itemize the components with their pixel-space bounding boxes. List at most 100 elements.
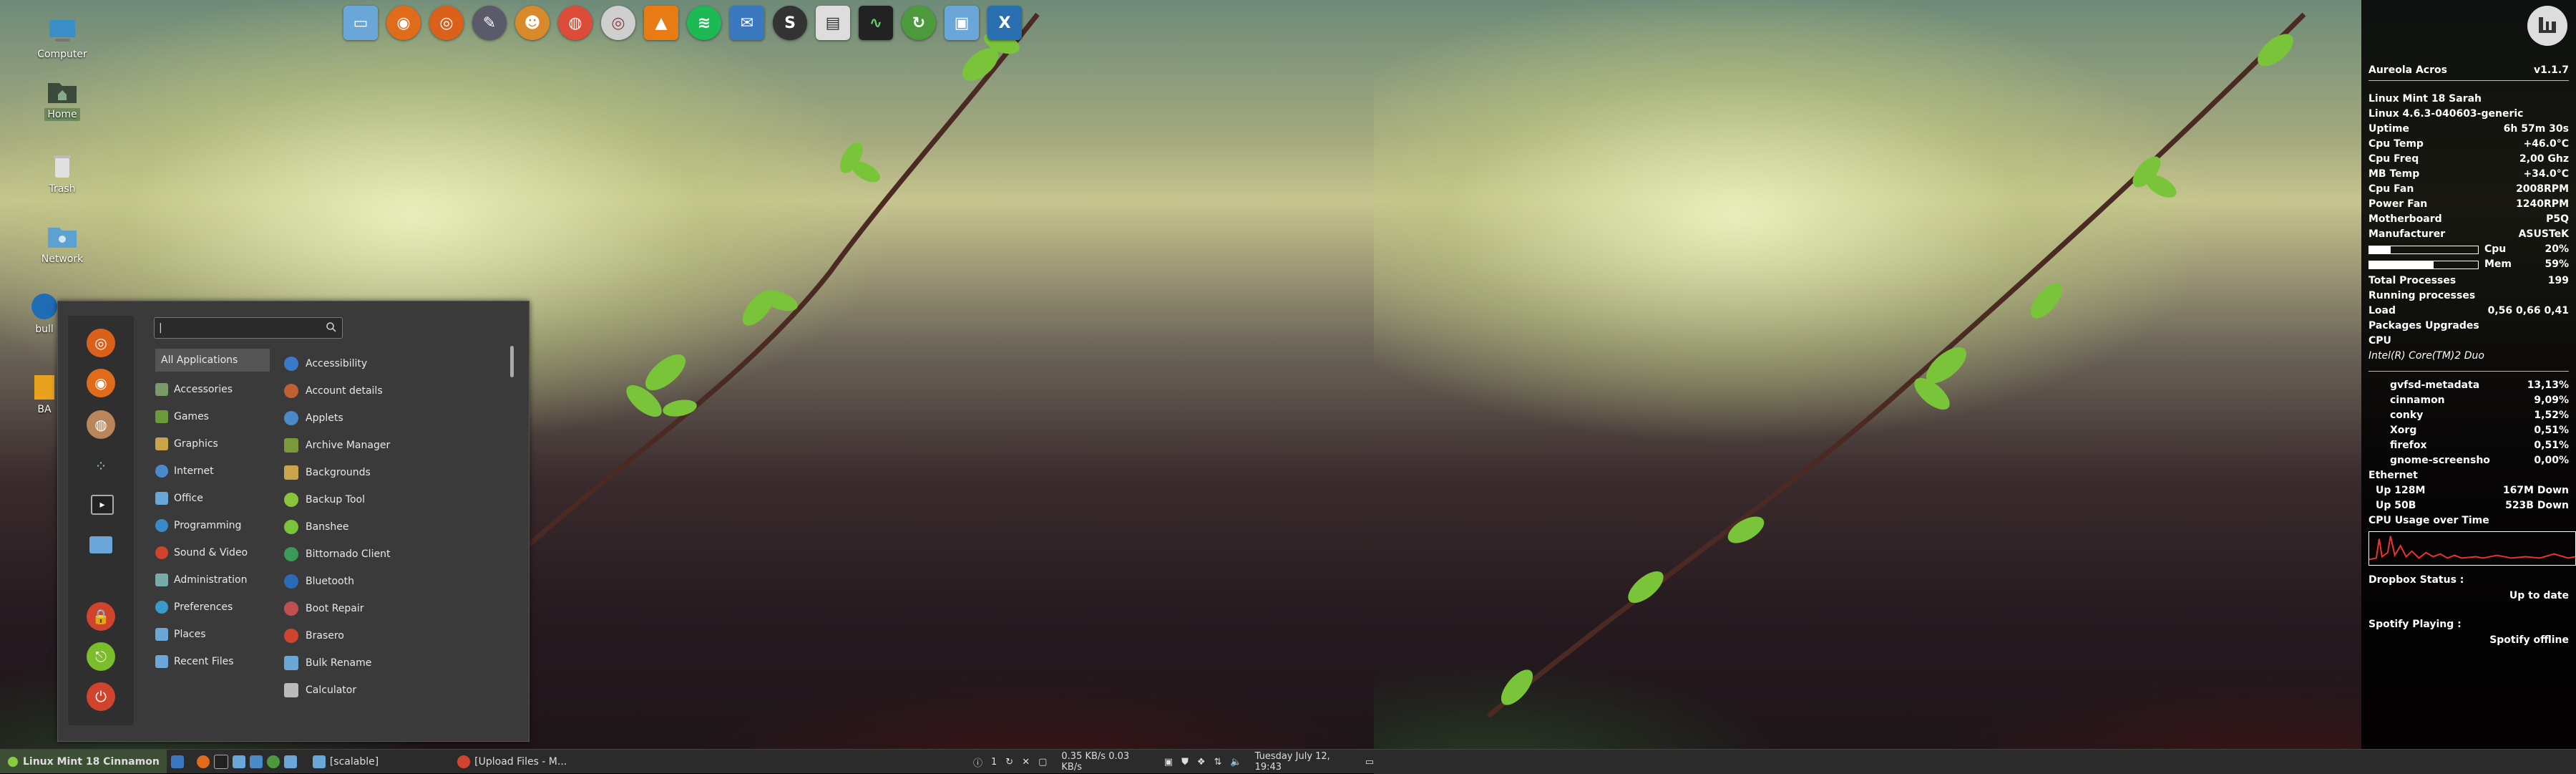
category-item[interactable]: Programming [155, 512, 270, 539]
network-icon [48, 228, 77, 248]
folder-icon[interactable] [249, 755, 263, 768]
spotify-icon[interactable]: ≋ [687, 6, 721, 40]
taskbar-item[interactable]: [scalable] [312, 755, 379, 768]
disk-icon[interactable]: ◎ [601, 6, 635, 40]
category-item[interactable]: Internet [155, 458, 270, 485]
category-label: Accessories [174, 384, 233, 395]
category-item[interactable]: Places [155, 621, 270, 648]
desktop-icon-home[interactable]: Home [23, 77, 102, 121]
chrome-icon[interactable]: ◍ [558, 6, 592, 40]
logout-icon[interactable]: ⎋ [87, 642, 115, 671]
files-icon[interactable]: ▭ [343, 6, 378, 40]
menu-button[interactable]: Linux Mint 18 Cinnamon [0, 750, 167, 773]
menu-scrollbar[interactable] [510, 346, 514, 377]
x-icon[interactable]: X [987, 6, 1022, 40]
backgrounds-icon [284, 465, 298, 480]
category-item[interactable]: Recent Files [155, 648, 270, 675]
menu-search-input[interactable] [154, 317, 343, 339]
desktop-icon-trash[interactable]: Trash [23, 152, 102, 195]
category-label: Programming [174, 520, 242, 531]
network-icon[interactable]: ⇅ [1214, 757, 1222, 768]
refresh-icon[interactable]: ↻ [1005, 757, 1013, 768]
process-value: 0,00% [2534, 455, 2569, 466]
gimp-icon[interactable]: ☻ [515, 6, 550, 40]
vlc-icon[interactable]: ▲ [644, 6, 678, 40]
power-icon[interactable]: ⏻ [87, 682, 115, 711]
browser-icon[interactable]: ◎ [429, 6, 464, 40]
archive-icon[interactable]: ▤ [816, 6, 850, 40]
stat-value: ASUSTeK [2518, 228, 2569, 240]
cpu-header-row: CPU [2368, 334, 2569, 348]
app-item[interactable]: Boot Repair [284, 595, 499, 622]
app-item[interactable]: Bulk Rename [284, 649, 499, 677]
info-icon[interactable]: ⓘ [973, 755, 982, 769]
update-icon[interactable] [266, 755, 280, 768]
category-item[interactable]: Sound & Video [155, 539, 270, 566]
clock[interactable]: Tuesday July 12, 19:43 [1255, 751, 1357, 773]
category-list: All Applications Accessories Games Graph… [155, 349, 270, 675]
app-item[interactable]: Applets [284, 405, 499, 432]
category-item[interactable]: Games [155, 403, 270, 430]
close-icon[interactable]: ✕ [1022, 757, 1030, 768]
category-label: Games [174, 411, 209, 422]
app-label: Calculator [306, 684, 357, 696]
lock-icon[interactable]: 🔒 [87, 602, 115, 631]
shield-icon[interactable]: ⛊ [1181, 757, 1189, 768]
sublime-icon[interactable]: S [773, 6, 807, 40]
app-label: Accessibility [306, 358, 368, 369]
connect-icon[interactable]: ⁘ [87, 452, 115, 480]
inkscape-icon[interactable]: ✎ [472, 6, 507, 40]
firefox-icon[interactable] [196, 755, 210, 768]
brasero-icon [284, 629, 298, 643]
terminal-icon[interactable]: ▸ [91, 495, 114, 515]
app-item[interactable]: Backgrounds [284, 459, 499, 486]
dropbox-icon[interactable]: ❖ [1197, 757, 1206, 768]
app-label: Archive Manager [306, 440, 391, 451]
category-item[interactable]: Accessories [155, 376, 270, 403]
mem-usage-bar [2368, 261, 2479, 269]
category-item[interactable]: Administration [155, 566, 270, 594]
desktop-icon-label: Home [44, 108, 80, 121]
window-icon[interactable]: ▢ [1038, 757, 1047, 768]
cpu-model: Intel(R) Core(TM)2 Duo [2368, 350, 2484, 362]
workspace-indicator[interactable]: 1 [991, 757, 997, 768]
screenshot-icon[interactable] [283, 755, 297, 768]
category-item[interactable]: Office [155, 485, 270, 512]
app-item[interactable]: Account details [284, 377, 499, 405]
firefox-icon[interactable]: ◉ [87, 369, 115, 397]
screenshot-icon[interactable]: ▣ [945, 6, 979, 40]
app-label: Bittornado Client [306, 548, 391, 560]
terminal-icon[interactable] [213, 755, 228, 769]
ethernet-up: Up 128M [2376, 485, 2426, 496]
app-item[interactable]: Bittornado Client [284, 541, 499, 568]
show-desktop-icon[interactable] [170, 755, 184, 768]
category-item[interactable]: Preferences [155, 594, 270, 621]
browser-icon[interactable]: ◎ [87, 329, 115, 357]
firefox-icon[interactable]: ◉ [386, 6, 421, 40]
category-item[interactable]: Graphics [155, 430, 270, 458]
app-item[interactable]: Archive Manager [284, 432, 499, 459]
desktop-icon-network[interactable]: Network [23, 222, 102, 265]
update-icon[interactable]: ↻ [902, 6, 936, 40]
app-item[interactable]: Backup Tool [284, 486, 499, 513]
folder-icon[interactable] [89, 536, 112, 553]
app-item[interactable]: Accessibility [284, 350, 499, 377]
files-icon[interactable] [232, 755, 245, 768]
category-item[interactable]: All Applications [155, 349, 270, 372]
display-icon[interactable]: ▣ [1164, 757, 1173, 768]
conky-version: v1.1.7 [2534, 64, 2569, 76]
app-item[interactable]: Brasero [284, 622, 499, 649]
desktop-icon-computer[interactable]: Computer [23, 17, 102, 60]
notifications-icon[interactable]: ▭ [1365, 757, 1374, 768]
system-monitor-icon[interactable]: ∿ [859, 6, 893, 40]
volume-icon[interactable]: 🔈 [1230, 757, 1241, 768]
disk-icon[interactable]: ◍ [87, 410, 115, 439]
app-item[interactable]: Bluetooth [284, 568, 499, 595]
app-item[interactable]: Calculator [284, 677, 499, 704]
notes-icon[interactable]: ✉ [730, 6, 764, 40]
home-folder-icon [48, 83, 77, 103]
app-item[interactable]: Banshee [284, 513, 499, 541]
conky-kernel-label: Linux 4.6.3-040603-generic [2368, 108, 2524, 120]
taskbar-item[interactable]: [Upload Files - M... [457, 755, 567, 768]
conky-stat: Motherboard P5Q [2368, 212, 2569, 226]
